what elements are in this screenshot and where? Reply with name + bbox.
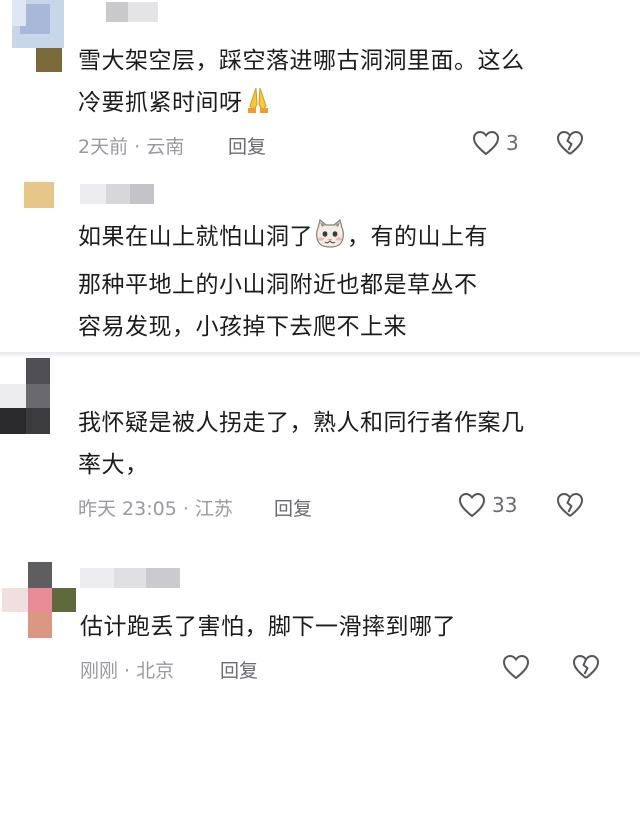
like-count: 33 <box>492 493 518 517</box>
dislike-button[interactable] <box>572 654 600 684</box>
avatar[interactable] <box>24 182 54 208</box>
comment-meta: 昨天 23:05 · 江苏 <box>78 498 233 520</box>
username-mosaic[interactable] <box>80 184 154 204</box>
comment-text-line: 估计跑丢了害怕，脚下一滑摔到哪了 <box>80 614 456 640</box>
like-button[interactable]: 3 <box>472 130 519 156</box>
heart-outline-icon <box>458 492 486 518</box>
avatar[interactable] <box>12 0 64 78</box>
comment-text-line: ，有的山上有 <box>347 224 488 250</box>
broken-heart-icon <box>557 131 583 155</box>
like-button[interactable] <box>502 654 530 680</box>
heart-outline-icon <box>502 654 530 680</box>
comment-text-line: 冷要抓紧时间呀 <box>78 90 243 116</box>
cat-face-emoji <box>313 218 347 264</box>
comment-text-line: 我怀疑是被人拐走了，熟人和同行者作案几 <box>78 410 525 436</box>
reply-button[interactable]: 回复 <box>228 132 266 159</box>
comment-text-line: 如果在山上就怕山洞了 ，有的山上有 <box>78 216 488 264</box>
like-count: 3 <box>506 131 519 155</box>
comment-text-line: 如果在山上就怕山洞了 <box>78 224 313 250</box>
username-mosaic[interactable] <box>80 568 180 588</box>
heart-outline-icon <box>472 130 500 156</box>
avatar[interactable] <box>2 562 78 642</box>
dislike-button[interactable] <box>556 130 584 160</box>
username-mosaic[interactable] <box>80 2 160 22</box>
crop-divider-shadow <box>0 352 640 358</box>
folded-hands-emoji <box>243 84 273 128</box>
comment-text[interactable]: 我怀疑是被人拐走了，熟人和同行者作案几 率大， <box>78 402 525 486</box>
reply-button[interactable]: 回复 <box>220 656 258 683</box>
comment-text-line: 率大， <box>78 452 149 478</box>
comment-meta: 2天前 · 云南 <box>78 136 185 158</box>
reply-button[interactable]: 回复 <box>274 494 312 521</box>
comment-text[interactable]: 估计跑丢了害怕，脚下一滑摔到哪了 <box>80 606 456 648</box>
comment-meta: 刚刚 · 北京 <box>80 660 175 682</box>
avatar[interactable] <box>0 358 54 436</box>
comment-text-line: 那种平地上的小山洞附近也都是草丛不 <box>78 272 478 298</box>
comment-text-line: 雪大架空层，踩空落进哪古洞洞里面。这么 <box>78 48 525 74</box>
broken-heart-icon <box>573 655 599 679</box>
comment-text[interactable]: 雪大架空层，踩空落进哪古洞洞里面。这么 冷要抓紧时间呀 <box>78 40 525 128</box>
like-button[interactable]: 33 <box>458 492 517 518</box>
comment-text[interactable]: 如果在山上就怕山洞了 ，有的山上有 那种平地上的小山洞附近也都是草丛不 容易发现… <box>78 216 488 348</box>
comment-text-line: 冷要抓紧时间呀 <box>78 82 525 128</box>
broken-heart-icon <box>557 493 583 517</box>
dislike-button[interactable] <box>556 492 584 522</box>
